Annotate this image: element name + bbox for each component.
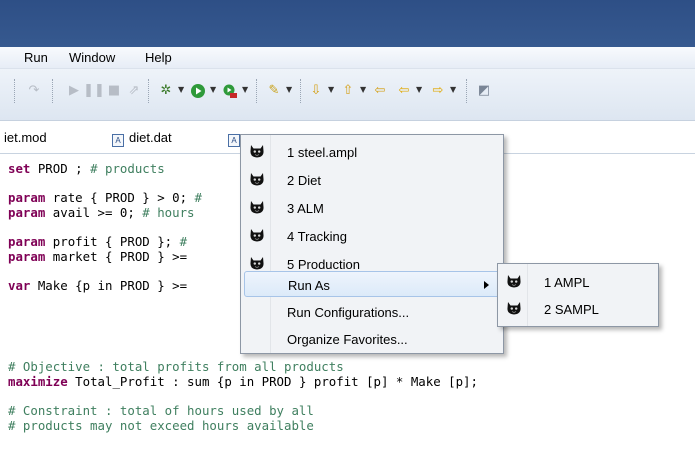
ampl-icon <box>249 199 265 215</box>
favorite-diet[interactable]: 2 Diet <box>241 167 503 193</box>
marker-dropdown-icon[interactable]: ▼ <box>286 85 292 94</box>
ampl-icon <box>249 227 265 243</box>
ampl-icon <box>506 273 522 289</box>
external-tools-icon[interactable] <box>222 83 238 99</box>
run-as-sampl[interactable]: 2 SAMPL <box>498 296 658 322</box>
code-line: var Make {p in PROD } >= <box>8 278 195 293</box>
menu-run[interactable]: Run <box>24 50 48 65</box>
run-as-ampl[interactable]: 1 AMPL <box>498 269 658 295</box>
tab-diet-dat[interactable]: Adiet.dat <box>112 125 172 151</box>
organize-favorites-item[interactable]: Organize Favorites... <box>241 326 503 352</box>
file-icon: A <box>112 134 124 147</box>
ampl-icon <box>249 143 265 159</box>
external-tools-dropdown-icon[interactable]: ▼ <box>242 85 248 94</box>
run-dropdown-icon[interactable]: ▼ <box>210 85 216 94</box>
code-line: maximize Total_Profit : sum {p in PROD }… <box>8 374 478 389</box>
last-edit-icon[interactable]: ⇦ <box>372 83 388 99</box>
terminate-icon[interactable]: ■ <box>106 83 122 99</box>
code-line: # Objective : total profits from all pro… <box>8 359 344 374</box>
perspective-icon[interactable]: ◩ <box>476 83 492 99</box>
favorite-tracking[interactable]: 4 Tracking <box>241 223 503 249</box>
forward-icon[interactable]: ⇨ <box>430 83 446 99</box>
run-dropdown-menu: 1 steel.ampl 2 Diet 3 ALM 4 Tracking 5 P… <box>240 134 504 354</box>
toolbar-separator <box>466 79 467 103</box>
forward-dropdown-icon[interactable]: ▼ <box>450 85 456 94</box>
tab-label: diet.dat <box>129 130 172 145</box>
submenu-arrow-icon <box>484 281 489 289</box>
menu-bar: Run Window Help <box>0 47 695 69</box>
back-icon[interactable]: ⇦ <box>396 83 412 99</box>
menu-window[interactable]: Window <box>69 50 115 65</box>
ampl-icon <box>249 255 265 271</box>
debug-icon[interactable]: ✲ <box>158 83 174 99</box>
window-titlebar <box>0 0 695 47</box>
favorite-steel-ampl[interactable]: 1 steel.ampl <box>241 139 503 165</box>
code-line: set PROD ; # products <box>8 161 165 176</box>
toolbar: ↷ ▶ ❚❚ ■ ⇗ ✲ ▼ ▼ ▼ ✎ ▼ ⇩ ▼ ⇧ ▼ ⇦ ⇦ ▼ ⇨ ▼… <box>0 69 695 121</box>
code-line: param avail >= 0; # hours <box>8 205 195 220</box>
ampl-icon <box>506 300 522 316</box>
marker-icon[interactable]: ✎ <box>266 83 282 99</box>
code-line: # Constraint : total of hours used by al… <box>8 403 314 418</box>
suspend-icon[interactable]: ❚❚ <box>83 83 105 99</box>
run-as-menu-item[interactable]: Run As <box>244 271 500 297</box>
run-as-submenu: 1 AMPL 2 SAMPL <box>497 263 659 327</box>
toolbar-separator <box>14 79 15 103</box>
prev-annotation-dropdown-icon[interactable]: ▼ <box>360 85 366 94</box>
code-line: # products may not exceed hours availabl… <box>8 418 314 433</box>
code-line: param profit { PROD }; # <box>8 234 188 249</box>
tab-label: iet.mod <box>4 130 47 145</box>
run-configurations-item[interactable]: Run Configurations... <box>241 299 503 325</box>
back-dropdown-icon[interactable]: ▼ <box>416 85 422 94</box>
file-icon: A <box>228 134 240 147</box>
menu-help[interactable]: Help <box>145 50 172 65</box>
step-over-icon[interactable]: ↷ <box>26 83 42 99</box>
tab-diet-mod[interactable]: iet.mod <box>4 125 47 151</box>
disconnect-icon[interactable]: ⇗ <box>126 83 142 99</box>
toolbar-separator <box>300 79 301 103</box>
ampl-icon <box>249 171 265 187</box>
toolbar-separator <box>148 79 149 103</box>
prev-annotation-icon[interactable]: ⇧ <box>340 83 356 99</box>
debug-dropdown-icon[interactable]: ▼ <box>178 85 184 94</box>
code-line: param rate { PROD } > 0; # <box>8 190 202 205</box>
favorite-alm[interactable]: 3 ALM <box>241 195 503 221</box>
code-line: param market { PROD } >= <box>8 249 195 264</box>
toolbar-separator <box>256 79 257 103</box>
run-icon[interactable] <box>190 83 206 99</box>
toolbar-separator <box>52 79 53 103</box>
next-annotation-dropdown-icon[interactable]: ▼ <box>328 85 334 94</box>
resume-icon[interactable]: ▶ <box>66 83 82 99</box>
next-annotation-icon[interactable]: ⇩ <box>308 83 324 99</box>
